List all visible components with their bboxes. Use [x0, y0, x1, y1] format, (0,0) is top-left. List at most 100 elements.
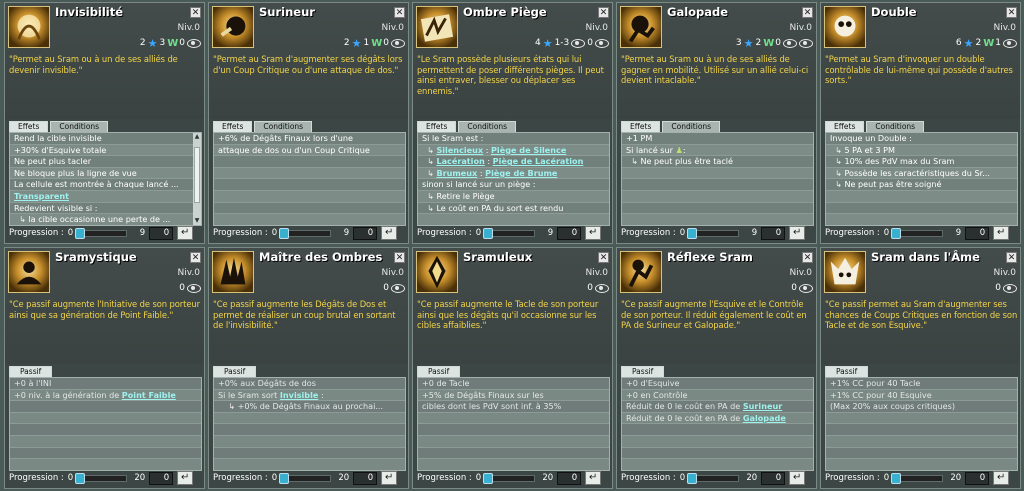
list-item [214, 412, 405, 425]
validate-arrow-icon[interactable]: ↵ [585, 471, 602, 485]
slider-knob[interactable] [687, 472, 698, 484]
close-icon[interactable]: ✕ [190, 252, 201, 263]
progression-input[interactable]: 0 [965, 471, 990, 485]
trap-link-silence[interactable]: Piège de Silence [491, 145, 566, 155]
tab-conditions[interactable]: Conditions [254, 121, 313, 132]
progression-input[interactable]: 0 [761, 226, 786, 240]
progression-input[interactable]: 0 [761, 471, 786, 485]
list-item [214, 424, 405, 436]
progression-slider[interactable] [687, 472, 740, 484]
slider-knob[interactable] [687, 227, 698, 239]
list-item [622, 190, 813, 203]
validate-arrow-icon[interactable]: ↵ [381, 226, 398, 240]
tab-conditions[interactable]: Conditions [866, 121, 925, 132]
progression-slider[interactable] [75, 472, 128, 484]
spell-link-galopade[interactable]: Galopade [743, 413, 786, 423]
trap-icon[interactable] [416, 6, 458, 48]
tab-conditions[interactable]: Conditions [458, 121, 517, 132]
list-item [10, 459, 201, 470]
close-icon[interactable]: ✕ [394, 7, 405, 18]
state-link-laceration[interactable]: Lacération [436, 156, 484, 166]
tab-passif[interactable]: Passif [213, 366, 257, 377]
validate-arrow-icon[interactable]: ↵ [585, 226, 602, 240]
progression-slider[interactable] [483, 472, 536, 484]
close-icon[interactable]: ✕ [190, 7, 201, 18]
tab-effets[interactable]: Effets [621, 121, 661, 132]
scroll-thumb[interactable] [194, 147, 200, 203]
progression-input[interactable]: 0 [353, 471, 378, 485]
progression-slider[interactable] [891, 472, 944, 484]
slider-knob[interactable] [75, 472, 86, 484]
slider-knob[interactable] [279, 472, 290, 484]
progression-input[interactable]: 0 [353, 226, 378, 240]
reflex-icon[interactable] [620, 251, 662, 293]
slider-knob[interactable] [483, 227, 494, 239]
close-icon[interactable]: ✕ [598, 7, 609, 18]
galopade-icon[interactable] [620, 6, 662, 48]
sramystique-icon[interactable] [8, 251, 50, 293]
progression-slider[interactable] [483, 227, 536, 239]
close-icon[interactable]: ✕ [802, 252, 813, 263]
tab-passif[interactable]: Passif [825, 366, 869, 377]
progression-input[interactable]: 0 [149, 226, 174, 240]
progression-input[interactable]: 0 [965, 226, 990, 240]
slider-knob[interactable] [75, 227, 86, 239]
soul-icon[interactable] [824, 251, 866, 293]
progression-input[interactable]: 0 [557, 226, 582, 240]
double-icon[interactable] [824, 6, 866, 48]
invisibility-icon[interactable] [8, 6, 50, 48]
progression-slider[interactable] [279, 472, 332, 484]
validate-arrow-icon[interactable]: ↵ [789, 471, 806, 485]
state-link-point-faible[interactable]: Point Faible [122, 390, 176, 400]
scrollbar[interactable]: ▲ ▼ [193, 133, 201, 225]
scroll-up-icon[interactable]: ▲ [193, 133, 201, 141]
surineur-icon[interactable] [212, 6, 254, 48]
progression-slider[interactable] [687, 227, 740, 239]
state-link-brumeux[interactable]: Brumeux [436, 168, 477, 178]
close-icon[interactable]: ✕ [802, 7, 813, 18]
slider-knob[interactable] [891, 472, 902, 484]
progression-input[interactable]: 0 [557, 471, 582, 485]
progression-slider[interactable] [891, 227, 944, 239]
spell-link-surineur[interactable]: Surineur [743, 401, 782, 411]
progression-slider[interactable] [279, 227, 332, 239]
progression-input[interactable]: 0 [149, 471, 174, 485]
spell-description: "Le Sram possède plusieurs états qui lui… [417, 54, 604, 96]
close-icon[interactable]: ✕ [1006, 7, 1017, 18]
trap-link-laceration[interactable]: Piège de Lacération [493, 156, 584, 166]
tab-conditions[interactable]: Conditions [662, 121, 721, 132]
state-link-invisible[interactable]: Invisible [280, 390, 318, 400]
state-link-transparent[interactable]: Transparent [14, 191, 69, 201]
progression-slider[interactable] [75, 227, 128, 239]
validate-arrow-icon[interactable]: ↵ [381, 471, 398, 485]
slider-knob[interactable] [483, 472, 494, 484]
progression-value: 0 [883, 228, 890, 238]
tab-conditions[interactable]: Conditions [50, 121, 109, 132]
list-item [622, 167, 813, 180]
validate-arrow-icon[interactable]: ↵ [789, 226, 806, 240]
slider-knob[interactable] [891, 227, 902, 239]
scroll-down-icon[interactable]: ▼ [193, 217, 201, 225]
validate-arrow-icon[interactable]: ↵ [177, 226, 194, 240]
validate-arrow-icon[interactable]: ↵ [993, 226, 1010, 240]
tab-passif[interactable]: Passif [417, 366, 461, 377]
slider-knob[interactable] [279, 227, 290, 239]
state-link-silencieux[interactable]: Silencieux [436, 145, 483, 155]
tab-effets[interactable]: Effets [213, 121, 253, 132]
tab-effets[interactable]: Effets [417, 121, 457, 132]
close-icon[interactable]: ✕ [394, 252, 405, 263]
sub-arrow-icon: ↳ [427, 191, 434, 201]
spell-costs: 6 ★ 2W 1 [956, 36, 1017, 50]
sramuleux-icon[interactable] [416, 251, 458, 293]
trap-link-brume[interactable]: Piège de Brume [485, 168, 557, 178]
tab-effets[interactable]: Effets [9, 121, 49, 132]
shadow-master-icon[interactable] [212, 251, 254, 293]
effects-list: +0 d'Esquive +0 en Contrôle Réduit de 0 … [621, 377, 814, 471]
tab-passif[interactable]: Passif [9, 366, 53, 377]
validate-arrow-icon[interactable]: ↵ [993, 471, 1010, 485]
tab-passif[interactable]: Passif [621, 366, 665, 377]
tab-effets[interactable]: Effets [825, 121, 865, 132]
validate-arrow-icon[interactable]: ↵ [177, 471, 194, 485]
close-icon[interactable]: ✕ [598, 252, 609, 263]
close-icon[interactable]: ✕ [1006, 252, 1017, 263]
